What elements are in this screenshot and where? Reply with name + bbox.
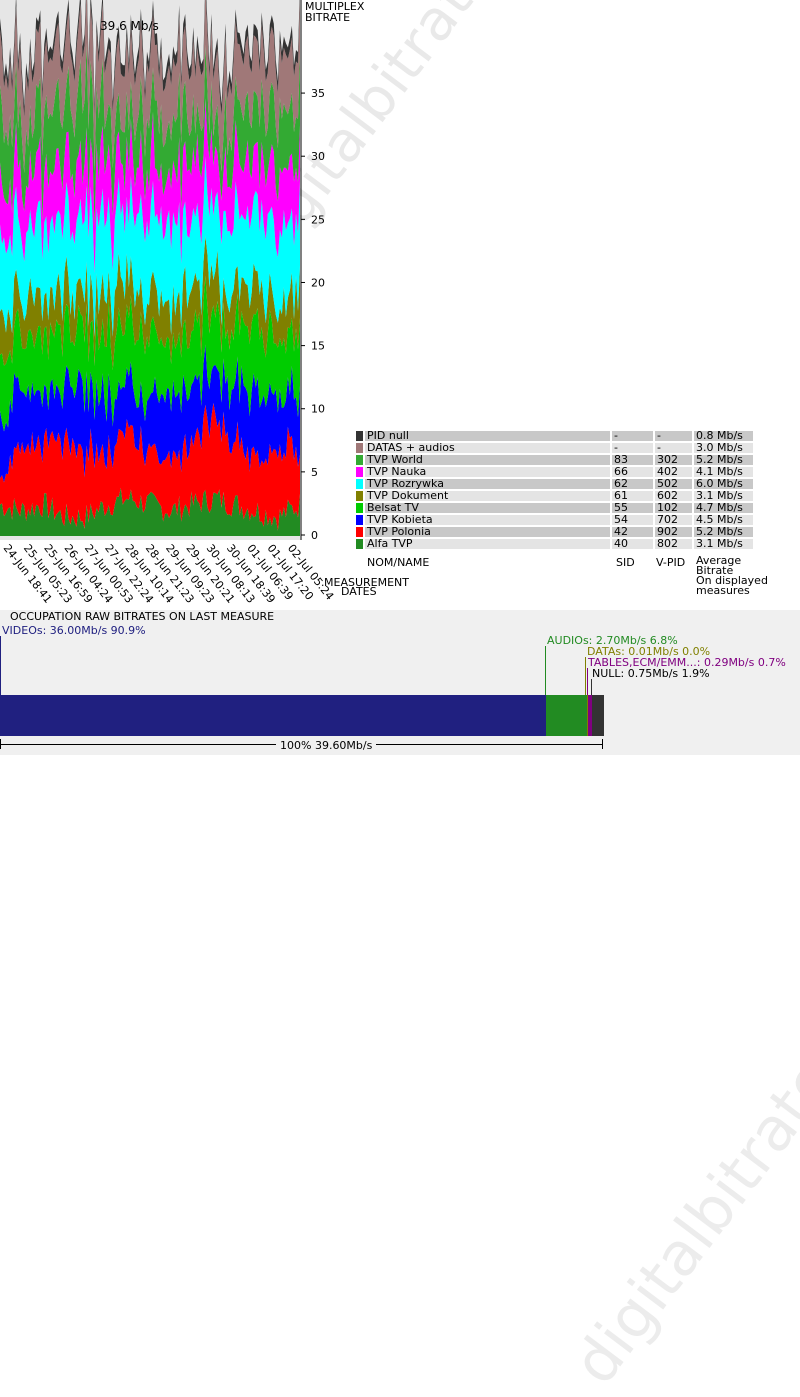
- legend-table: PID null - -0.8 Mb/s DATAS + audios - -3.0 Mb…: [354, 429, 755, 551]
- y-tick-label: 15: [311, 340, 325, 353]
- stacked-area-chart: [0, 0, 300, 536]
- legend-bitrate: 0.8 Mb/s: [694, 430, 753, 441]
- legend-vpid: 902: [655, 526, 692, 537]
- legend-sid: 55: [612, 502, 653, 513]
- legend-bitrate: 6.0 Mb/s: [694, 478, 753, 489]
- total-line-left: [0, 739, 1, 749]
- legend-bitrate: 5.2 Mb/s: [694, 526, 753, 537]
- legend-sid: 61: [612, 490, 653, 501]
- total-bitrate-label: 39.6 Mb/s: [100, 19, 159, 33]
- legend-name: PID null: [365, 430, 610, 441]
- legend-col-bitrate: Average Bitrate On displayed measures: [696, 555, 768, 597]
- occupation-bar-audios: [546, 695, 588, 736]
- total-line-right: [602, 739, 603, 749]
- legend-swatch: [356, 443, 363, 453]
- legend-name: Alfa TVP: [365, 538, 610, 549]
- legend-sid: 83: [612, 454, 653, 465]
- y-tick-label: 10: [311, 403, 325, 416]
- legend-sid: 42: [612, 526, 653, 537]
- legend-name: TVP Polonia: [365, 526, 610, 537]
- watermark-bottom: digitalbitrate.com: [560, 928, 800, 1397]
- legend-name: TVP Rozrywka: [365, 478, 610, 489]
- legend-vpid: -: [655, 430, 692, 441]
- legend-sid: 54: [612, 514, 653, 525]
- legend-name: TVP World: [365, 454, 610, 465]
- legend-swatch: [356, 503, 363, 513]
- occupation-bar-videos: [0, 695, 547, 736]
- videos-label: VIDEOs: 36.00Mb/s 90.9%: [2, 624, 146, 637]
- legend-sid: 66: [612, 466, 653, 477]
- y-tick-label: 25: [311, 213, 325, 226]
- legend-row: TVP Kobieta 54 702 4.5 Mb/s: [356, 514, 753, 525]
- y-tick-label: 35: [311, 87, 325, 100]
- legend-col-name: NOM/NAME: [367, 556, 430, 569]
- legend-swatch: [356, 467, 363, 477]
- legend-name: TVP Nauka: [365, 466, 610, 477]
- legend-row: TVP Polonia 42 902 5.2 Mb/s: [356, 526, 753, 537]
- legend-bitrate: 4.7 Mb/s: [694, 502, 753, 513]
- y-tick-label: 30: [311, 150, 325, 163]
- legend-vpid: 102: [655, 502, 692, 513]
- chart-panel: 39.6 Mb/s: [0, 0, 300, 540]
- legend-row: TVP Rozrywka 62 502 6.0 Mb/s: [356, 478, 753, 489]
- legend-row: DATAS + audios - -3.0 Mb/s: [356, 442, 753, 453]
- legend-bitrate: 3.1 Mb/s: [694, 538, 753, 549]
- legend-bitrate: 4.1 Mb/s: [694, 466, 753, 477]
- legend-vpid: 502: [655, 478, 692, 489]
- legend-swatch: [356, 431, 363, 441]
- x-axis-ticks: 24-Jun 18:4125-Jun 05:2325-Jun 16:5926-J…: [1, 542, 337, 606]
- legend-vpid: 602: [655, 490, 692, 501]
- legend-col-bitrate-4: measures: [696, 584, 750, 597]
- legend-bitrate: 3.0 Mb/s: [694, 442, 753, 453]
- legend-sid: -: [612, 442, 653, 453]
- legend-vpid: 302: [655, 454, 692, 465]
- occupation-title: OCCUPATION RAW BITRATES ON LAST MEASURE: [10, 610, 275, 623]
- legend-name: DATAS + audios: [365, 442, 610, 453]
- legend-name: TVP Dokument: [365, 490, 610, 501]
- y-axis: 05101520253035: [300, 0, 325, 542]
- legend-row: Belsat TV 55 102 4.7 Mb/s: [356, 502, 753, 513]
- null-label: NULL: 0.75Mb/s 1.9%: [592, 667, 710, 680]
- legend-row: PID null - -0.8 Mb/s: [356, 430, 753, 441]
- legend-row: TVP Nauka 66 402 4.1 Mb/s: [356, 466, 753, 477]
- legend-swatch: [356, 479, 363, 489]
- x-axis-title-2: DATES: [341, 585, 377, 598]
- y-tick-label: 5: [311, 466, 318, 479]
- total-label: 100% 39.60Mb/s: [276, 739, 377, 752]
- legend-bitrate: 3.1 Mb/s: [694, 490, 753, 501]
- legend-swatch: [356, 527, 363, 537]
- legend-name: Belsat TV: [365, 502, 610, 513]
- legend-vpid: 402: [655, 466, 692, 477]
- occupation-bar-null: [592, 695, 604, 736]
- legend-sid: 62: [612, 478, 653, 489]
- legend-col-vpid: V-PID: [656, 556, 686, 569]
- legend-swatch: [356, 539, 363, 549]
- legend-sid: 40: [612, 538, 653, 549]
- legend-vpid: -: [655, 442, 692, 453]
- legend-swatch: [356, 455, 363, 465]
- legend-vpid: 702: [655, 514, 692, 525]
- legend-sid: -: [612, 430, 653, 441]
- legend-bitrate: 4.5 Mb/s: [694, 514, 753, 525]
- legend-col-sid: SID: [616, 556, 635, 569]
- occupation-panel: digitalbitrate.com OCCUPATION RAW BITRAT…: [0, 610, 800, 1397]
- legend-swatch: [356, 515, 363, 525]
- legend-swatch: [356, 491, 363, 501]
- legend-row: TVP Dokument 61 602 3.1 Mb/s: [356, 490, 753, 501]
- legend-name: TVP Kobieta: [365, 514, 610, 525]
- legend-vpid: 802: [655, 538, 692, 549]
- legend-bitrate: 5.2 Mb/s: [694, 454, 753, 465]
- y-tick-label: 20: [311, 276, 325, 289]
- legend-row: TVP World 83 302 5.2 Mb/s: [356, 454, 753, 465]
- legend-row: Alfa TVP 40 802 3.1 Mb/s: [356, 538, 753, 549]
